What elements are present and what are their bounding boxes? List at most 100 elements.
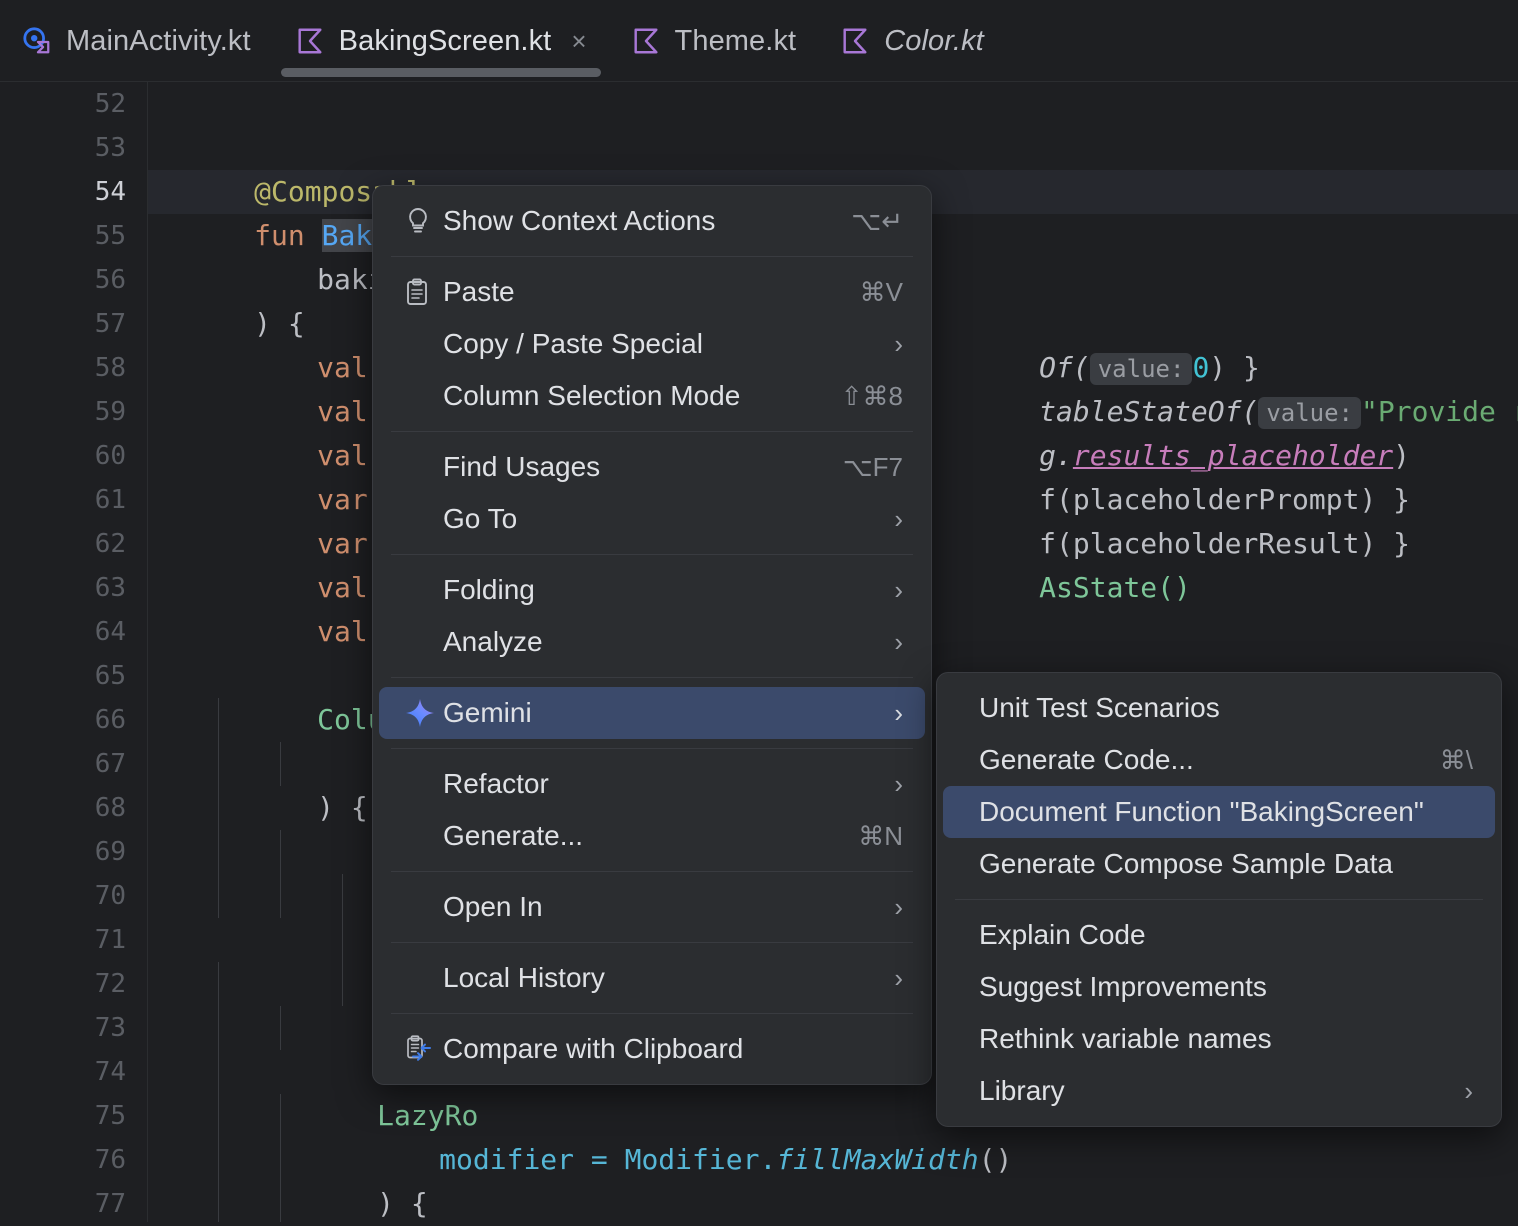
menu-item-column-selection-mode[interactable]: Column Selection Mode ⇧⌘8 bbox=[379, 370, 925, 422]
line-number: 59 bbox=[94, 397, 126, 427]
modifier-fn-token: fillMaxWidth bbox=[776, 1143, 979, 1176]
menu-item-shortcut: ⌥F7 bbox=[842, 451, 903, 482]
code-line-58-right: tableStateOf(value:"Provide recipe of bbox=[938, 346, 1518, 429]
menu-item-find-usages[interactable]: Find Usages ⌥F7 bbox=[379, 441, 925, 493]
menu-item-label: Paste bbox=[443, 276, 515, 307]
line-number: 66 bbox=[94, 705, 126, 735]
tab-theme[interactable]: Theme.kt bbox=[609, 0, 819, 82]
submenu-item-library[interactable]: Library › bbox=[943, 1065, 1495, 1117]
menu-item-local-history[interactable]: Local History › bbox=[379, 952, 925, 1004]
menu-separator bbox=[391, 554, 913, 555]
menu-item-shortcut: ⌘\ bbox=[1439, 744, 1473, 775]
menu-item-label: Local History bbox=[443, 962, 605, 993]
gemini-submenu[interactable]: Unit Test Scenarios Generate Code... ⌘\ … bbox=[936, 672, 1502, 1127]
menu-item-label: Analyze bbox=[443, 626, 543, 657]
code-line-76: ) { bbox=[276, 1138, 428, 1220]
tab-color[interactable]: Color.kt bbox=[818, 0, 1006, 82]
submenu-item-suggest-improvements[interactable]: Suggest Improvements bbox=[943, 961, 1495, 1013]
line-number: 53 bbox=[94, 133, 126, 163]
menu-item-refactor[interactable]: Refactor › bbox=[379, 758, 925, 810]
menu-item-paste[interactable]: Paste ⌘V bbox=[379, 266, 925, 318]
line-number: 58 bbox=[94, 353, 126, 383]
call-token: AsState() bbox=[1039, 571, 1191, 604]
named-arg-token: modifier = Modifier. bbox=[439, 1143, 777, 1176]
menu-separator bbox=[391, 748, 913, 749]
menu-item-label: Library bbox=[979, 1075, 1065, 1106]
menu-separator bbox=[955, 899, 1483, 900]
submenu-item-explain-code[interactable]: Explain Code bbox=[943, 909, 1495, 961]
line-number: 77 bbox=[94, 1189, 126, 1219]
chevron-right-icon: › bbox=[894, 627, 903, 657]
code-line-59-right: g.results_placeholder) bbox=[938, 390, 1410, 472]
clipboard-icon bbox=[405, 278, 443, 306]
chevron-right-icon: › bbox=[894, 963, 903, 993]
line-number: 71 bbox=[94, 925, 126, 955]
line-number: 70 bbox=[94, 881, 126, 911]
editor-tab-bar: MainActivity.kt BakingScreen.kt × Theme.… bbox=[0, 0, 1518, 82]
line-number: 73 bbox=[94, 1013, 126, 1043]
menu-separator bbox=[391, 256, 913, 257]
line-number: 57 bbox=[94, 309, 126, 339]
menu-item-label: Explain Code bbox=[979, 919, 1146, 950]
menu-item-shortcut: ⇧⌘8 bbox=[840, 380, 903, 411]
line-number: 52 bbox=[94, 89, 126, 119]
code-line-61-right: f(placeholderResult) } bbox=[938, 478, 1410, 560]
chevron-right-icon: › bbox=[894, 575, 903, 605]
menu-separator bbox=[391, 431, 913, 432]
submenu-item-rethink-variable-names[interactable]: Rethink variable names bbox=[943, 1013, 1495, 1065]
line-number: 60 bbox=[94, 441, 126, 471]
line-number: 61 bbox=[94, 485, 126, 515]
line-number: 64 bbox=[94, 617, 126, 647]
menu-item-label: Show Context Actions bbox=[443, 205, 716, 236]
kotlin-file-icon bbox=[631, 25, 661, 57]
menu-item-label: Document Function "BakingScreen" bbox=[979, 796, 1424, 827]
code-line-56: ) { bbox=[153, 258, 305, 340]
submenu-item-generate-code[interactable]: Generate Code... ⌘\ bbox=[943, 734, 1495, 786]
menu-separator bbox=[391, 942, 913, 943]
tab-label: Color.kt bbox=[884, 24, 984, 57]
menu-item-label: Go To bbox=[443, 503, 518, 534]
chevron-right-icon: › bbox=[894, 769, 903, 799]
menu-item-folding[interactable]: Folding › bbox=[379, 564, 925, 616]
menu-item-label: Column Selection Mode bbox=[443, 380, 741, 411]
line-number: 74 bbox=[94, 1057, 126, 1087]
menu-item-label: Suggest Improvements bbox=[979, 971, 1267, 1002]
menu-item-open-in[interactable]: Open In › bbox=[379, 881, 925, 933]
menu-item-shortcut: ⌥↵ bbox=[851, 205, 903, 236]
menu-item-show-context-actions[interactable]: Show Context Actions ⌥↵ bbox=[379, 195, 925, 247]
line-number: 55 bbox=[94, 221, 126, 251]
line-number: 72 bbox=[94, 969, 126, 999]
submenu-item-unit-test-scenarios[interactable]: Unit Test Scenarios bbox=[943, 682, 1495, 734]
submenu-item-document-function[interactable]: Document Function "BakingScreen" bbox=[943, 786, 1495, 838]
close-icon[interactable]: × bbox=[571, 28, 586, 54]
lightbulb-icon bbox=[405, 207, 443, 235]
tab-baking-screen[interactable]: BakingScreen.kt × bbox=[273, 0, 609, 82]
compare-clipboard-icon bbox=[405, 1035, 443, 1063]
menu-item-gemini[interactable]: Gemini › bbox=[379, 687, 925, 739]
tab-label: BakingScreen.kt bbox=[338, 24, 552, 57]
menu-item-copy-paste-special[interactable]: Copy / Paste Special › bbox=[379, 318, 925, 370]
line-number: 63 bbox=[94, 573, 126, 603]
submenu-item-generate-compose-sample-data[interactable]: Generate Compose Sample Data bbox=[943, 838, 1495, 890]
menu-item-compare-with-clipboard[interactable]: Compare with Clipboard bbox=[379, 1023, 925, 1075]
menu-separator bbox=[391, 871, 913, 872]
line-number: 62 bbox=[94, 529, 126, 559]
kotlin-file-icon bbox=[840, 25, 870, 57]
menu-item-label: Compare with Clipboard bbox=[443, 1033, 744, 1064]
line-number: 65 bbox=[94, 661, 126, 691]
menu-separator bbox=[391, 677, 913, 678]
menu-item-generate[interactable]: Generate... ⌘N bbox=[379, 810, 925, 862]
menu-item-label: Generate... bbox=[443, 820, 584, 851]
editor-context-menu[interactable]: Show Context Actions ⌥↵ Paste ⌘V Copy / … bbox=[372, 185, 932, 1085]
menu-item-go-to[interactable]: Go To › bbox=[379, 493, 925, 545]
code-line-75: modifier = Modifier.fillMaxWidth() bbox=[338, 1094, 1012, 1176]
tab-main-activity[interactable]: MainActivity.kt bbox=[0, 0, 273, 82]
menu-item-analyze[interactable]: Analyze › bbox=[379, 616, 925, 668]
menu-item-label: Generate Compose Sample Data bbox=[979, 848, 1393, 879]
line-number: 67 bbox=[94, 749, 126, 779]
line-number-gutter[interactable]: 52 53 54 55 56 57 58 59 60 61 62 63 64 6… bbox=[0, 82, 148, 1222]
paren-token: () bbox=[978, 1143, 1013, 1176]
menu-separator bbox=[391, 1013, 913, 1014]
code-line-57-right: Of(value: 0) } bbox=[938, 302, 1260, 385]
code-line-67: ) { bbox=[216, 742, 368, 824]
